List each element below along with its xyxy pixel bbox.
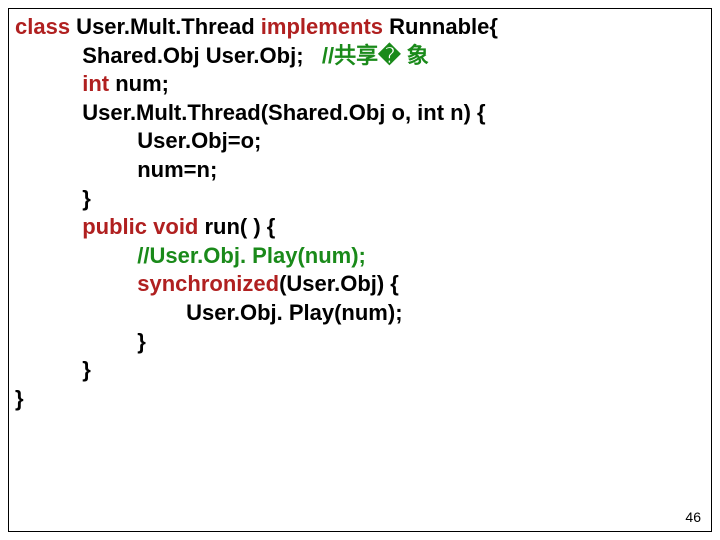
code-line: } [15,385,705,414]
keyword-int: int [15,71,109,96]
code-line: public void run( ) { [15,213,705,242]
keyword-class: class [15,14,70,39]
keyword-synchronized: synchronized [15,271,279,296]
comment: //共享� 象 [322,43,429,68]
code-line: num=n; [15,156,705,185]
code-line: synchronized(User.Obj) { [15,270,705,299]
code-text: User.Mult.Thread [70,14,261,39]
code-line: } [15,328,705,357]
code-text: run( ) { [198,214,275,239]
comment: //User.Obj. Play(num); [137,243,366,268]
page-number: 46 [685,509,701,525]
code-line: } [15,185,705,214]
code-line: Shared.Obj User.Obj; //共享� 象 [15,42,705,71]
code-text: Runnable{ [383,14,498,39]
code-line: int num; [15,70,705,99]
keyword-public: public [15,214,147,239]
code-text [15,243,137,268]
keyword-implements: implements [261,14,383,39]
code-line: class User.Mult.Thread implements Runnab… [15,13,705,42]
code-line: //User.Obj. Play(num); [15,242,705,271]
code-line: User.Mult.Thread(Shared.Obj o, int n) { [15,99,705,128]
code-line: User.Obj. Play(num); [15,299,705,328]
code-text: num; [109,71,169,96]
code-box: class User.Mult.Thread implements Runnab… [8,8,712,532]
keyword-void: void [153,214,198,239]
code-line: } [15,356,705,385]
code-text: (User.Obj) { [279,271,399,296]
code-line: User.Obj=o; [15,127,705,156]
code-text: Shared.Obj User.Obj; [15,43,322,68]
